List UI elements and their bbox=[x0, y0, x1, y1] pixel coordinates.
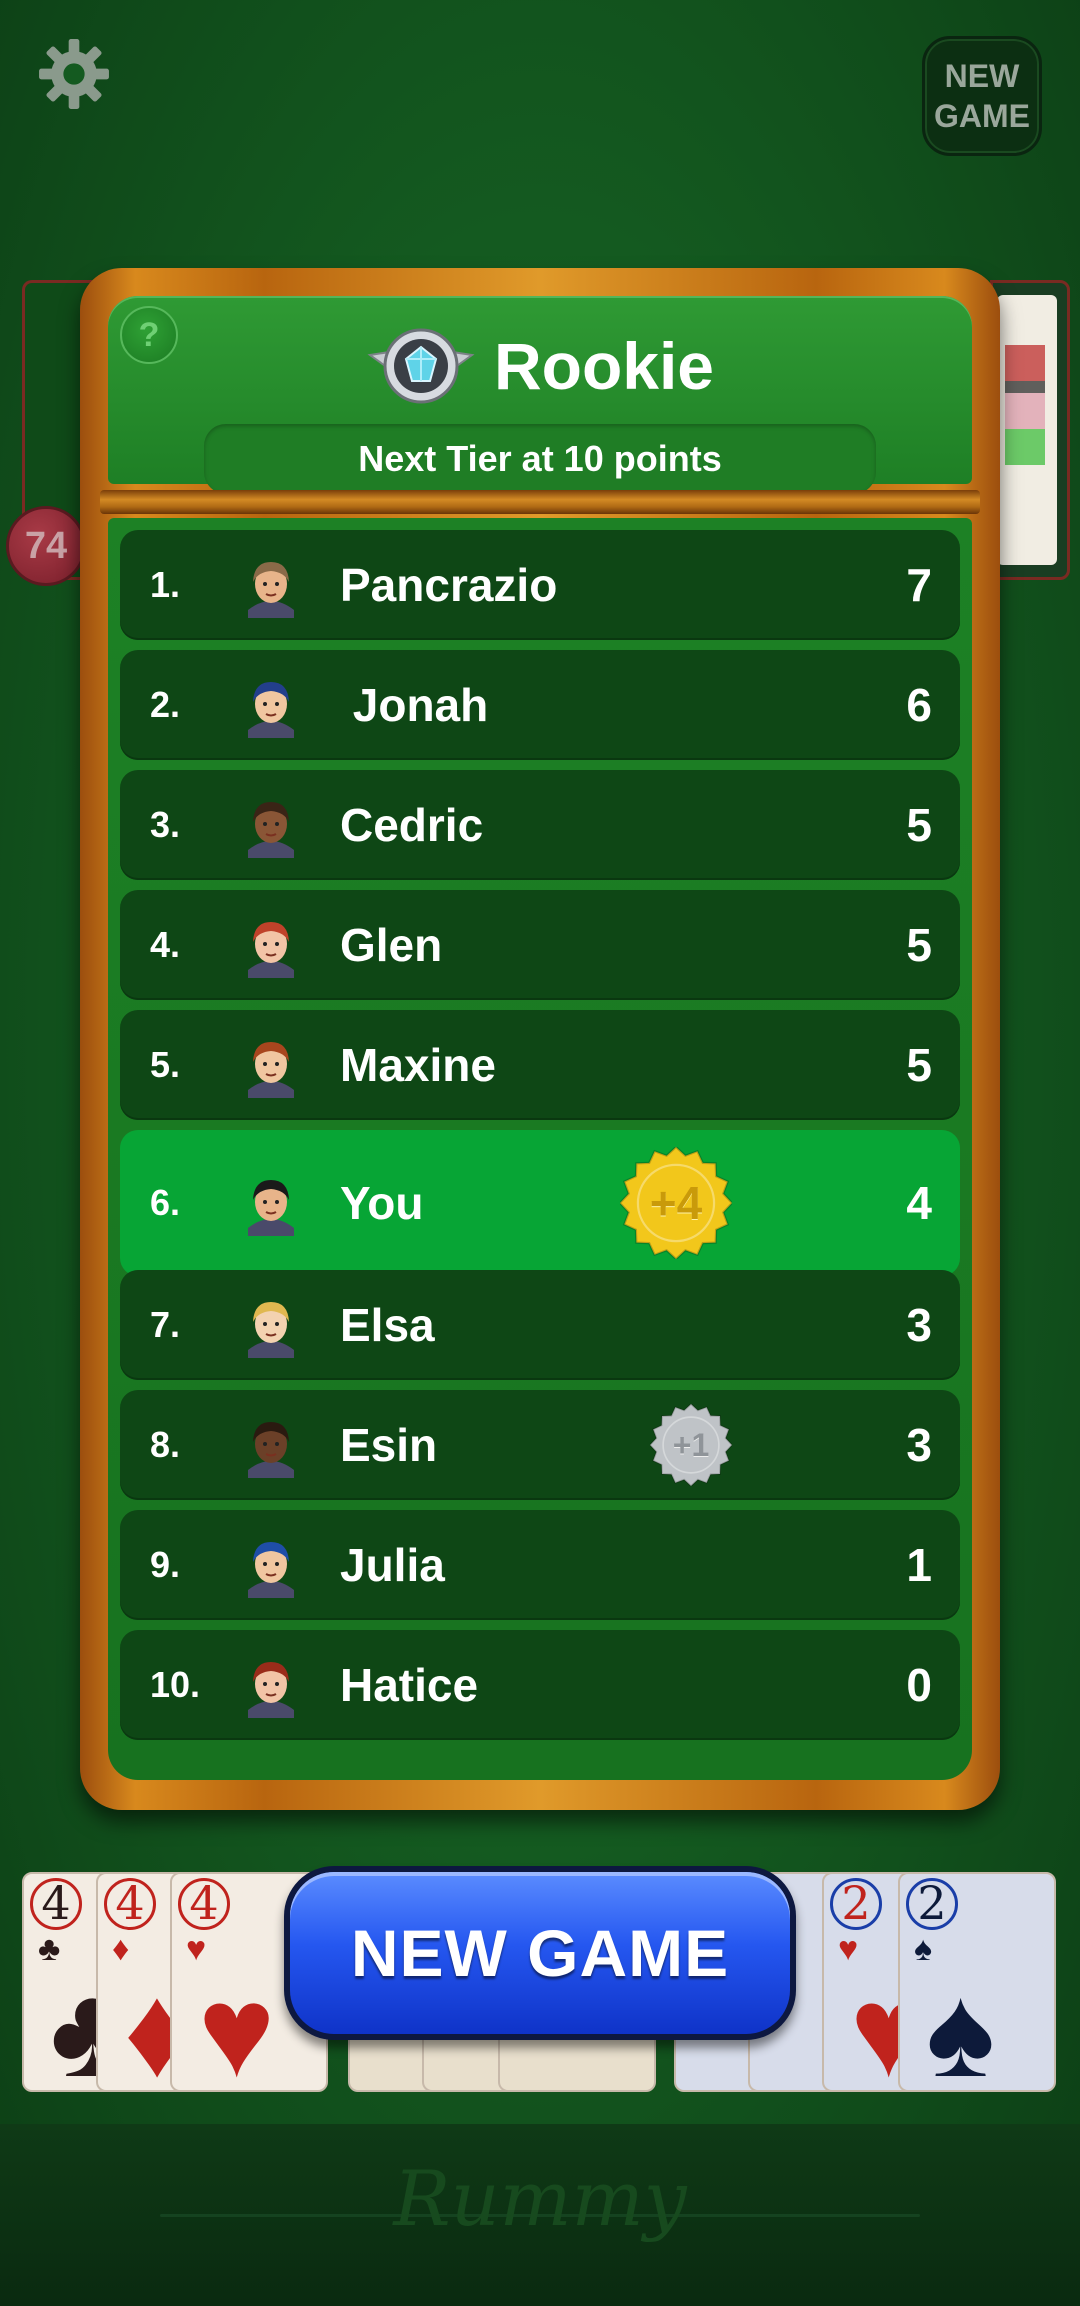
card-rank: 4 bbox=[178, 1878, 230, 1930]
row-score: 7 bbox=[906, 559, 932, 611]
avatar-mustache-man-icon bbox=[248, 562, 294, 618]
row-player-name: Elsa bbox=[340, 1299, 435, 1351]
settings-button[interactable] bbox=[36, 36, 112, 112]
row-rank: 4. bbox=[150, 924, 181, 965]
row-rank: 7. bbox=[150, 1304, 181, 1345]
leaderboard-row-current-user: 6. You +4 4 bbox=[120, 1130, 960, 1276]
leaderboard-row: 8. Esin +1 3 bbox=[120, 1390, 960, 1500]
card-suit-large: ♠ bbox=[926, 1958, 996, 2104]
row-rank: 5. bbox=[150, 1044, 181, 1085]
new-game-small-line1: NEW bbox=[944, 58, 1020, 94]
new-game-small-line2: GAME bbox=[934, 98, 1030, 134]
row-score: 5 bbox=[906, 799, 932, 851]
row-score: 4 bbox=[906, 1177, 932, 1229]
leaderboard-row: 10. Hatice 0 bbox=[120, 1630, 960, 1740]
row-rank: 2. bbox=[150, 684, 181, 725]
row-player-name: Cedric bbox=[340, 799, 484, 851]
card-suit-large: ♥ bbox=[198, 1958, 276, 2104]
row-player-name: Glen bbox=[340, 919, 443, 971]
opponent-card-peek bbox=[990, 280, 1070, 580]
row-player-name: Hatice bbox=[340, 1659, 479, 1711]
bonus-points-label: +4 bbox=[649, 1177, 703, 1229]
hand-card[interactable]: 2 ♠ ♠ bbox=[898, 1872, 1056, 2096]
tier-header: ? Rookie Next Tier at 10 points bbox=[108, 296, 972, 494]
row-score: 5 bbox=[906, 919, 932, 971]
row-player-name: Pancrazio bbox=[340, 559, 558, 611]
row-rank: 6. bbox=[150, 1182, 181, 1223]
bonus-points-label: +1 bbox=[672, 1426, 710, 1463]
row-player-name: You bbox=[340, 1177, 424, 1229]
diamond-badge-icon bbox=[367, 328, 475, 404]
row-rank: 10. bbox=[150, 1664, 201, 1705]
avatar-red-hair-woman-icon bbox=[248, 922, 294, 978]
leaderboard-list-panel: 1. Pancrazio 7 2. Jonah 6 3. Cedric 5 4. Glen 5 5. M… bbox=[108, 518, 972, 1780]
card-rank: 2 bbox=[830, 1878, 882, 1930]
row-score: 3 bbox=[906, 1419, 932, 1471]
new-game-button-label: NEW GAME bbox=[290, 1872, 790, 2034]
avatar-curly-hair-woman-icon bbox=[248, 802, 294, 858]
row-score: 5 bbox=[906, 1039, 932, 1091]
new-game-small-button[interactable]: NEW GAME bbox=[922, 36, 1042, 156]
leaderboard-row: 5. Maxine 5 bbox=[120, 1010, 960, 1120]
row-score: 0 bbox=[906, 1659, 932, 1711]
score-bonus-badge: +4 bbox=[620, 1147, 732, 1259]
row-score: 6 bbox=[906, 679, 932, 731]
row-rank: 8. bbox=[150, 1424, 181, 1465]
rummy-logo: Rummy bbox=[393, 2154, 687, 2243]
row-player-name: Jonah bbox=[340, 679, 489, 731]
leaderboard-dialog: ? Rookie Next Tier at 10 points 1. Pancra… bbox=[80, 268, 1000, 1810]
next-tier-label: Next Tier at 10 points bbox=[204, 424, 876, 494]
row-rank: 3. bbox=[150, 804, 181, 845]
avatar-dreadlocks-man-icon bbox=[248, 1422, 294, 1478]
score-bonus-badge: +1 bbox=[650, 1404, 732, 1486]
avatar-blond-man-icon bbox=[248, 1302, 294, 1358]
header-divider bbox=[100, 490, 980, 514]
stock-pile-count: 74 bbox=[6, 506, 86, 586]
row-rank: 9. bbox=[150, 1544, 181, 1585]
new-game-button[interactable]: NEW GAME bbox=[284, 1866, 796, 2040]
leaderboard-row: 4. Glen 5 bbox=[120, 890, 960, 1000]
leaderboard-row: 1. Pancrazio 7 bbox=[120, 530, 960, 640]
avatar-blue-hair-woman-icon bbox=[248, 682, 294, 738]
row-rank: 1. bbox=[150, 564, 181, 605]
leaderboard-row: 7. Elsa 3 bbox=[120, 1270, 960, 1380]
card-rank: 4 bbox=[104, 1878, 156, 1930]
footer-bar: Rummy bbox=[0, 2124, 1080, 2306]
row-score: 1 bbox=[906, 1539, 932, 1591]
avatar-redhead-girl-icon bbox=[248, 1662, 294, 1718]
row-player-name: Julia bbox=[340, 1539, 445, 1591]
avatar-bearded-man-icon bbox=[248, 1180, 294, 1236]
card-rank: 2 bbox=[906, 1878, 958, 1930]
row-score: 3 bbox=[906, 1299, 932, 1351]
leaderboard-row: 3. Cedric 5 bbox=[120, 770, 960, 880]
row-player-name: Esin bbox=[340, 1419, 438, 1471]
avatar-auburn-hair-woman-icon bbox=[248, 1042, 294, 1098]
gear-icon bbox=[39, 39, 109, 109]
row-player-name: Maxine bbox=[340, 1039, 496, 1091]
leaderboard-row: 9. Julia 1 bbox=[120, 1510, 960, 1620]
card-rank: 4 bbox=[30, 1878, 82, 1930]
tier-title: Rookie bbox=[493, 329, 715, 403]
avatar-cap-boy-icon bbox=[248, 1542, 294, 1598]
leaderboard-row: 2. Jonah 6 bbox=[120, 650, 960, 760]
